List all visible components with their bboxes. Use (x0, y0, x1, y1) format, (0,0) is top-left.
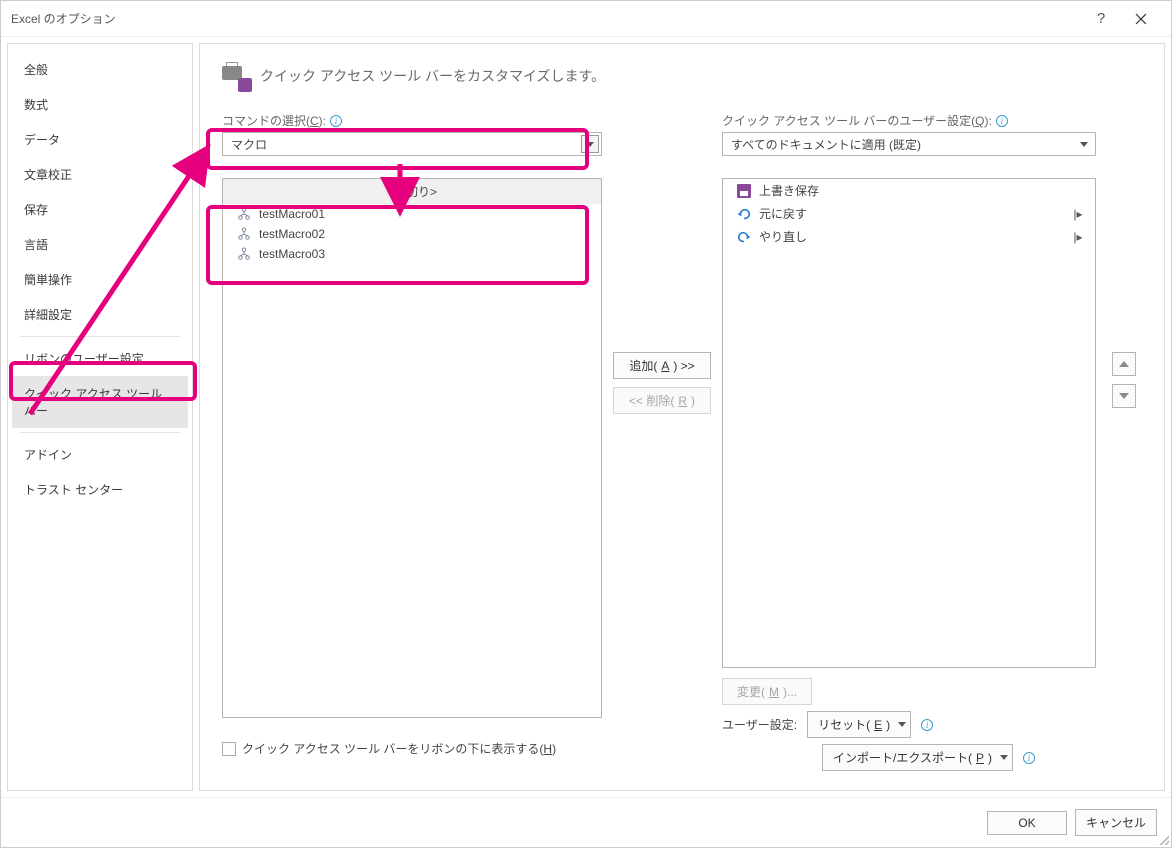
chevron-down-icon (1075, 135, 1093, 153)
qat-commands-list[interactable]: 上書き保存 元に戻す |▸ (722, 178, 1096, 668)
list-item-label: testMacro01 (259, 207, 325, 221)
add-button[interactable]: 追加(A) >> (613, 352, 711, 379)
split-indicator-icon: |▸ (1071, 230, 1085, 244)
page-header: クイック アクセス ツール バーをカスタマイズします。 (222, 62, 1142, 90)
list-item-label: 上書き保存 (759, 182, 1085, 199)
sidebar-item-ease[interactable]: 簡単操作 (12, 262, 188, 297)
info-icon[interactable]: i (330, 115, 342, 127)
sidebar-separator (20, 336, 180, 337)
sidebar-item-addins[interactable]: アドイン (12, 437, 188, 472)
chevron-down-icon (1000, 755, 1008, 760)
titlebar: Excel のオプション ? (1, 1, 1171, 37)
caret-up-icon (1119, 361, 1129, 367)
qat-column: クイック アクセス ツール バーのユーザー設定(Q): i すべてのドキュメント… (722, 112, 1096, 771)
split-indicator-icon: |▸ (1071, 207, 1085, 221)
transfer-buttons: 追加(A) >> << 削除(R) (612, 352, 712, 414)
customize-qat-label: クイック アクセス ツール バーのユーザー設定(Q): i (722, 112, 1096, 129)
caret-down-icon (1119, 393, 1129, 399)
modify-button[interactable]: 変更(M)... (722, 678, 812, 705)
sidebar-item-proofing[interactable]: 文章校正 (12, 157, 188, 192)
import-export-dropdown-button[interactable]: インポート/エクスポート(P) (822, 744, 1013, 771)
resize-grip[interactable] (1157, 833, 1169, 845)
list-item[interactable]: やり直し |▸ (723, 225, 1095, 248)
list-item-label: testMacro03 (259, 247, 325, 261)
ok-button[interactable]: OK (987, 811, 1067, 835)
reorder-buttons (1106, 352, 1142, 408)
macro-icon (237, 207, 251, 221)
info-icon[interactable]: i (921, 719, 933, 731)
redo-icon (737, 230, 751, 244)
save-icon (737, 184, 751, 198)
macro-icon (237, 247, 251, 261)
sidebar-item-trust-center[interactable]: トラスト センター (12, 472, 188, 507)
macro-icon (237, 227, 251, 241)
list-item[interactable]: testMacro01 (223, 204, 601, 224)
list-item-label: 元に戻す (759, 205, 1063, 222)
sidebar-item-language[interactable]: 言語 (12, 227, 188, 262)
sidebar-item-customize-ribbon[interactable]: リボンのユーザー設定 (12, 341, 188, 376)
sidebar-item-save[interactable]: 保存 (12, 192, 188, 227)
show-below-ribbon-checkbox[interactable] (222, 742, 236, 756)
main-panel: クイック アクセス ツール バーをカスタマイズします。 コマンドの選択(C): … (199, 43, 1165, 791)
list-item[interactable]: testMacro03 (223, 244, 601, 264)
list-item[interactable]: 元に戻す |▸ (723, 202, 1095, 225)
qat-customize-icon (222, 62, 250, 90)
sidebar-separator (20, 432, 180, 433)
page-title: クイック アクセス ツール バーをカスタマイズします。 (260, 66, 605, 86)
choose-commands-label: コマンドの選択(C): i (222, 112, 602, 129)
info-icon[interactable]: i (1023, 752, 1035, 764)
reset-dropdown-button[interactable]: リセット(E) (807, 711, 911, 738)
show-below-ribbon-row: クイック アクセス ツール バーをリボンの下に表示する(H) (222, 740, 602, 757)
sidebar-item-formulas[interactable]: 数式 (12, 87, 188, 122)
list-item[interactable]: 上書き保存 (723, 179, 1095, 202)
cancel-button[interactable]: キャンセル (1075, 809, 1157, 836)
close-button[interactable] (1121, 1, 1161, 37)
help-icon: ? (1097, 10, 1105, 27)
move-down-button[interactable] (1112, 384, 1136, 408)
sidebar-item-advanced[interactable]: 詳細設定 (12, 297, 188, 332)
choose-commands-dropdown[interactable]: マクロ (222, 132, 602, 156)
undo-icon (737, 207, 751, 221)
sidebar-item-quick-access-toolbar[interactable]: クイック アクセス ツール バー (12, 376, 188, 428)
list-item[interactable]: testMacro02 (223, 224, 601, 244)
commands-column: コマンドの選択(C): i マクロ <区切り> testMacro01 (222, 112, 602, 757)
list-separator-item[interactable]: <区切り> (223, 179, 601, 204)
qat-scope-dropdown[interactable]: すべてのドキュメントに適用 (既定) (722, 132, 1096, 156)
category-sidebar: 全般 数式 データ 文章校正 保存 言語 簡単操作 詳細設定 リボンのユーザー設… (7, 43, 193, 791)
options-dialog: Excel のオプション ? 全般 数式 データ 文章校正 保存 言語 簡単操作… (0, 0, 1172, 848)
choose-commands-value: マクロ (231, 136, 581, 153)
help-button[interactable]: ? (1081, 1, 1121, 37)
show-below-ribbon-label: クイック アクセス ツール バーをリボンの下に表示する(H) (242, 740, 556, 757)
info-icon[interactable]: i (996, 115, 1008, 127)
window-title: Excel のオプション (11, 10, 1081, 27)
dialog-footer: OK キャンセル (1, 797, 1171, 847)
remove-button[interactable]: << 削除(R) (613, 387, 711, 414)
qat-scope-value: すべてのドキュメントに適用 (既定) (731, 136, 1075, 153)
available-commands-list[interactable]: <区切り> testMacro01 testMacro02 testMacro0… (222, 178, 602, 718)
move-up-button[interactable] (1112, 352, 1136, 376)
sidebar-item-data[interactable]: データ (12, 122, 188, 157)
customizations-label: ユーザー設定: (722, 716, 797, 733)
list-item-label: やり直し (759, 228, 1063, 245)
sidebar-item-general[interactable]: 全般 (12, 52, 188, 87)
close-icon (1135, 13, 1147, 25)
chevron-down-icon (898, 722, 906, 727)
list-item-label: testMacro02 (259, 227, 325, 241)
chevron-down-icon (581, 135, 599, 153)
